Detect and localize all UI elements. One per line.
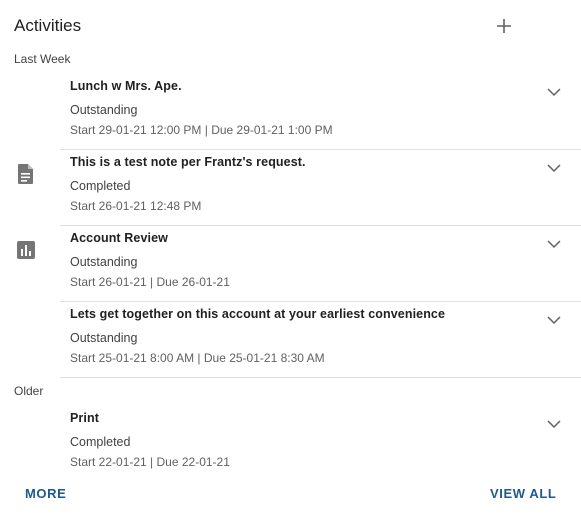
activity-dates: Start 29-01-21 12:00 PM | Due 29-01-21 1… — [70, 123, 333, 137]
activity-status: Outstanding — [70, 255, 138, 269]
chevron-down-icon — [547, 240, 561, 249]
activity-item[interactable]: Lunch w Mrs. Ape. Outstanding Start 29-0… — [0, 74, 581, 150]
activities-header: Activities — [0, 0, 581, 50]
expand-button[interactable] — [544, 310, 564, 330]
activity-status: Outstanding — [70, 331, 138, 345]
activity-dates: Start 26-01-21 | Due 26-01-21 — [70, 275, 230, 289]
add-activity-button[interactable] — [492, 14, 516, 38]
activity-item[interactable]: Account Review Outstanding Start 26-01-2… — [0, 226, 581, 302]
note-icon — [16, 163, 36, 185]
activity-subject: Lets get together on this account at you… — [70, 307, 446, 321]
expand-button[interactable] — [544, 234, 564, 254]
group-label-last-week: Last Week — [14, 52, 71, 66]
activity-dates: Start 25-01-21 8:00 AM | Due 25-01-21 8:… — [70, 351, 325, 365]
chevron-down-icon — [547, 88, 561, 97]
activity-item[interactable]: This is a test note per Frantz's request… — [0, 150, 581, 226]
activity-status: Outstanding — [70, 103, 138, 117]
activity-subject: Account Review — [70, 231, 168, 245]
activity-subject: Print — [70, 411, 99, 425]
more-button[interactable]: MORE — [25, 486, 66, 501]
expand-button[interactable] — [544, 158, 564, 178]
divider — [60, 377, 581, 378]
chevron-down-icon — [547, 420, 561, 429]
activity-item[interactable]: Print Completed Start 22-01-21 | Due 22-… — [0, 406, 581, 482]
activity-subject: This is a test note per Frantz's request… — [70, 155, 306, 169]
activity-status: Completed — [70, 179, 131, 193]
chevron-down-icon — [547, 164, 561, 173]
chevron-down-icon — [547, 316, 561, 325]
expand-button[interactable] — [544, 82, 564, 102]
view-all-button[interactable]: VIEW ALL — [490, 486, 556, 501]
expand-button[interactable] — [544, 414, 564, 434]
page-title: Activities — [14, 16, 82, 35]
activity-status: Completed — [70, 435, 131, 449]
activity-item[interactable]: Lets get together on this account at you… — [0, 302, 581, 378]
activity-dates: Start 22-01-21 | Due 22-01-21 — [70, 455, 230, 469]
activity-subject: Lunch w Mrs. Ape. — [70, 79, 182, 93]
activity-dates: Start 26-01-21 12:48 PM — [70, 199, 202, 213]
chart-icon — [16, 239, 36, 261]
plus-icon — [497, 19, 511, 33]
group-label-older: Older — [14, 384, 44, 398]
